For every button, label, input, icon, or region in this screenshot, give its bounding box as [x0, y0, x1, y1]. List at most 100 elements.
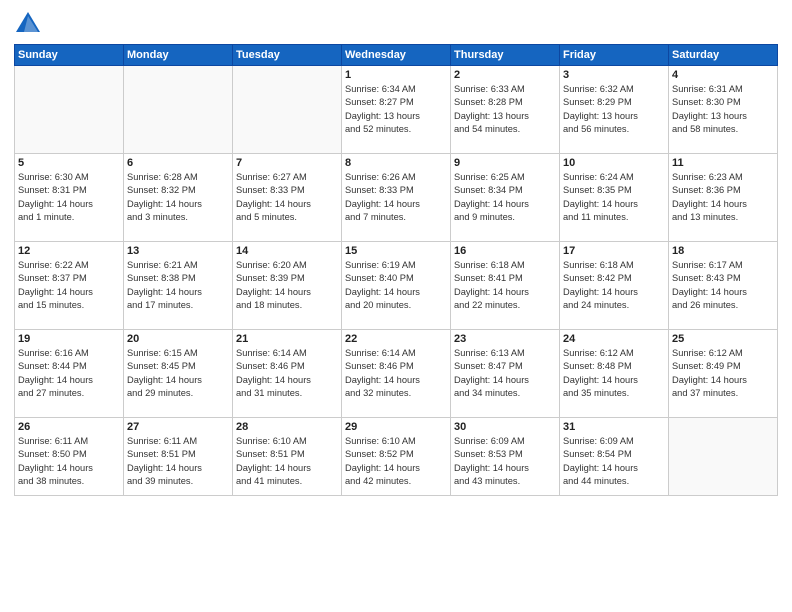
day-info: Sunrise: 6:28 AMSunset: 8:32 PMDaylight:… — [127, 171, 229, 225]
day-number: 12 — [18, 245, 120, 257]
day-cell: 13 Sunrise: 6:21 AMSunset: 8:38 PMDayligh… — [124, 242, 233, 330]
day-info: Sunrise: 6:13 AMSunset: 8:47 PMDaylight:… — [454, 347, 556, 401]
day-info: Sunrise: 6:12 AMSunset: 8:48 PMDaylight:… — [563, 347, 665, 401]
day-info: Sunrise: 6:21 AMSunset: 8:38 PMDaylight:… — [127, 259, 229, 313]
day-cell: 26 Sunrise: 6:11 AMSunset: 8:50 PMDayligh… — [15, 418, 124, 496]
day-header-friday: Friday — [560, 45, 669, 66]
day-info: Sunrise: 6:15 AMSunset: 8:45 PMDaylight:… — [127, 347, 229, 401]
day-info: Sunrise: 6:12 AMSunset: 8:49 PMDaylight:… — [672, 347, 774, 401]
day-header-tuesday: Tuesday — [233, 45, 342, 66]
day-number: 13 — [127, 245, 229, 257]
day-cell: 22 Sunrise: 6:14 AMSunset: 8:46 PMDayligh… — [342, 330, 451, 418]
day-header-thursday: Thursday — [451, 45, 560, 66]
day-number: 10 — [563, 157, 665, 169]
day-info: Sunrise: 6:14 AMSunset: 8:46 PMDaylight:… — [236, 347, 338, 401]
day-number: 4 — [672, 69, 774, 81]
day-cell: 3 Sunrise: 6:32 AMSunset: 8:29 PMDaylight… — [560, 66, 669, 154]
logo — [14, 10, 44, 38]
day-cell: 21 Sunrise: 6:14 AMSunset: 8:46 PMDayligh… — [233, 330, 342, 418]
day-number: 9 — [454, 157, 556, 169]
day-cell: 12 Sunrise: 6:22 AMSunset: 8:37 PMDayligh… — [15, 242, 124, 330]
day-info: Sunrise: 6:30 AMSunset: 8:31 PMDaylight:… — [18, 171, 120, 225]
day-header-saturday: Saturday — [669, 45, 778, 66]
day-cell: 23Sunrise: 6:13 AMSunset: 8:47 PMDayligh… — [451, 330, 560, 418]
day-cell: 18Sunrise: 6:17 AMSunset: 8:43 PMDayligh… — [669, 242, 778, 330]
day-number: 1 — [345, 69, 447, 81]
day-number: 21 — [236, 333, 338, 345]
day-info: Sunrise: 6:18 AMSunset: 8:41 PMDaylight:… — [454, 259, 556, 313]
week-row-2: 5 Sunrise: 6:30 AMSunset: 8:31 PMDaylight… — [15, 154, 778, 242]
day-info: Sunrise: 6:24 AMSunset: 8:35 PMDaylight:… — [563, 171, 665, 225]
header — [14, 10, 778, 38]
day-cell: 14 Sunrise: 6:20 AMSunset: 8:39 PMDayligh… — [233, 242, 342, 330]
day-number: 6 — [127, 157, 229, 169]
day-number: 19 — [18, 333, 120, 345]
day-number: 11 — [672, 157, 774, 169]
day-cell: 2Sunrise: 6:33 AMSunset: 8:28 PMDaylight… — [451, 66, 560, 154]
day-info: Sunrise: 6:27 AMSunset: 8:33 PMDaylight:… — [236, 171, 338, 225]
day-info: Sunrise: 6:32 AMSunset: 8:29 PMDaylight:… — [563, 83, 665, 137]
day-info: Sunrise: 6:14 AMSunset: 8:46 PMDaylight:… — [345, 347, 447, 401]
day-number: 3 — [563, 69, 665, 81]
day-cell: 17 Sunrise: 6:18 AMSunset: 8:42 PMDayligh… — [560, 242, 669, 330]
day-number: 30 — [454, 421, 556, 433]
day-cell — [15, 66, 124, 154]
day-number: 25 — [672, 333, 774, 345]
day-info: Sunrise: 6:11 AMSunset: 8:51 PMDaylight:… — [127, 435, 229, 489]
day-info: Sunrise: 6:09 AMSunset: 8:54 PMDaylight:… — [563, 435, 665, 489]
day-info: Sunrise: 6:18 AMSunset: 8:42 PMDaylight:… — [563, 259, 665, 313]
day-number: 22 — [345, 333, 447, 345]
week-row-5: 26 Sunrise: 6:11 AMSunset: 8:50 PMDayligh… — [15, 418, 778, 496]
day-cell — [669, 418, 778, 496]
day-cell: 28 Sunrise: 6:10 AMSunset: 8:51 PMDayligh… — [233, 418, 342, 496]
day-cell: 6 Sunrise: 6:28 AMSunset: 8:32 PMDaylight… — [124, 154, 233, 242]
day-info: Sunrise: 6:09 AMSunset: 8:53 PMDaylight:… — [454, 435, 556, 489]
day-number: 7 — [236, 157, 338, 169]
day-number: 28 — [236, 421, 338, 433]
day-number: 26 — [18, 421, 120, 433]
day-info: Sunrise: 6:22 AMSunset: 8:37 PMDaylight:… — [18, 259, 120, 313]
day-header-wednesday: Wednesday — [342, 45, 451, 66]
day-cell: 29Sunrise: 6:10 AMSunset: 8:52 PMDayligh… — [342, 418, 451, 496]
day-cell: 31 Sunrise: 6:09 AMSunset: 8:54 PMDayligh… — [560, 418, 669, 496]
day-info: Sunrise: 6:11 AMSunset: 8:50 PMDaylight:… — [18, 435, 120, 489]
day-number: 17 — [563, 245, 665, 257]
day-info: Sunrise: 6:19 AMSunset: 8:40 PMDaylight:… — [345, 259, 447, 313]
day-number: 16 — [454, 245, 556, 257]
day-cell: 4 Sunrise: 6:31 AMSunset: 8:30 PMDaylight… — [669, 66, 778, 154]
day-cell: 27 Sunrise: 6:11 AMSunset: 8:51 PMDayligh… — [124, 418, 233, 496]
day-header-monday: Monday — [124, 45, 233, 66]
week-row-3: 12 Sunrise: 6:22 AMSunset: 8:37 PMDayligh… — [15, 242, 778, 330]
day-cell: 11 Sunrise: 6:23 AMSunset: 8:36 PMDayligh… — [669, 154, 778, 242]
day-info: Sunrise: 6:23 AMSunset: 8:36 PMDaylight:… — [672, 171, 774, 225]
day-cell: 19 Sunrise: 6:16 AMSunset: 8:44 PMDayligh… — [15, 330, 124, 418]
day-cell: 8 Sunrise: 6:26 AMSunset: 8:33 PMDaylight… — [342, 154, 451, 242]
day-cell: 9Sunrise: 6:25 AMSunset: 8:34 PMDaylight… — [451, 154, 560, 242]
day-cell: 16 Sunrise: 6:18 AMSunset: 8:41 PMDayligh… — [451, 242, 560, 330]
page: SundayMondayTuesdayWednesdayThursdayFrid… — [0, 0, 792, 612]
day-number: 8 — [345, 157, 447, 169]
day-cell: 5 Sunrise: 6:30 AMSunset: 8:31 PMDaylight… — [15, 154, 124, 242]
day-info: Sunrise: 6:26 AMSunset: 8:33 PMDaylight:… — [345, 171, 447, 225]
day-cell: 30 Sunrise: 6:09 AMSunset: 8:53 PMDayligh… — [451, 418, 560, 496]
day-info: Sunrise: 6:16 AMSunset: 8:44 PMDaylight:… — [18, 347, 120, 401]
day-number: 5 — [18, 157, 120, 169]
day-info: Sunrise: 6:20 AMSunset: 8:39 PMDaylight:… — [236, 259, 338, 313]
week-row-4: 19 Sunrise: 6:16 AMSunset: 8:44 PMDayligh… — [15, 330, 778, 418]
day-number: 27 — [127, 421, 229, 433]
day-number: 15 — [345, 245, 447, 257]
day-header-sunday: Sunday — [15, 45, 124, 66]
day-info: Sunrise: 6:33 AMSunset: 8:28 PMDaylight:… — [454, 83, 556, 137]
day-number: 31 — [563, 421, 665, 433]
day-number: 29 — [345, 421, 447, 433]
day-cell: 1Sunrise: 6:34 AMSunset: 8:27 PMDaylight… — [342, 66, 451, 154]
day-cell: 7 Sunrise: 6:27 AMSunset: 8:33 PMDaylight… — [233, 154, 342, 242]
day-info: Sunrise: 6:31 AMSunset: 8:30 PMDaylight:… — [672, 83, 774, 137]
day-number: 24 — [563, 333, 665, 345]
week-row-1: 1Sunrise: 6:34 AMSunset: 8:27 PMDaylight… — [15, 66, 778, 154]
day-info: Sunrise: 6:10 AMSunset: 8:51 PMDaylight:… — [236, 435, 338, 489]
day-number: 20 — [127, 333, 229, 345]
day-cell — [233, 66, 342, 154]
day-number: 14 — [236, 245, 338, 257]
day-cell: 25 Sunrise: 6:12 AMSunset: 8:49 PMDayligh… — [669, 330, 778, 418]
